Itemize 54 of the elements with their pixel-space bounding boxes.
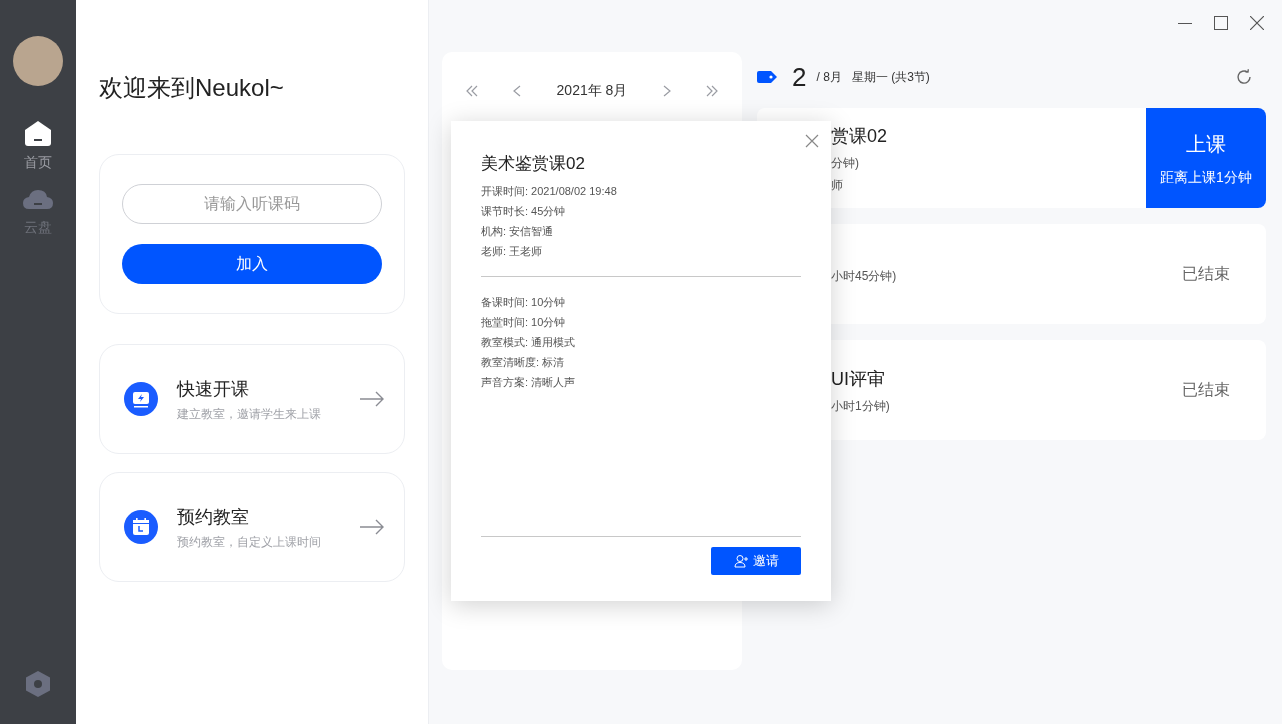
course-detail: 小时1分钟)	[831, 397, 891, 415]
course-title: UI评审	[831, 367, 886, 391]
cloud-icon	[23, 187, 53, 211]
action-card[interactable]: 快速开课 建立教室，邀请学生来上课	[99, 344, 405, 454]
start-class-button[interactable]: 上课 距离上课1分钟	[1146, 108, 1266, 208]
close-window-icon[interactable]	[1250, 16, 1264, 30]
invite-button[interactable]: 邀请	[711, 547, 801, 575]
double-left-chevron-icon[interactable]	[466, 84, 478, 97]
action-card[interactable]: 预约教室 预约教室，自定义上课时间	[99, 472, 405, 582]
action-subtitle: 建立教室，邀请学生来上课	[177, 405, 322, 423]
lightning-screen-icon	[124, 382, 158, 416]
close-icon[interactable]	[805, 134, 819, 148]
tag-icon	[757, 71, 777, 83]
course-detail: 小时45分钟)	[831, 268, 898, 285]
course-detail: 分钟)	[831, 154, 860, 172]
course-info-line: 拖堂时间: 10分钟	[481, 314, 567, 330]
settings-icon[interactable]	[25, 670, 51, 698]
refresh-icon[interactable]	[1236, 69, 1252, 85]
left-chevron-icon[interactable]	[513, 84, 522, 97]
ended-status: 已结束	[1182, 264, 1230, 284]
course-title: 赏课02	[831, 124, 889, 148]
class-code-field[interactable]: 请输入听课码	[122, 184, 382, 224]
action-title: 预约教室	[177, 505, 250, 529]
course-detail: 师	[831, 176, 844, 194]
course-info-line: 老师: 王老师	[481, 243, 544, 259]
sidebar-item[interactable]: 首页	[24, 120, 52, 173]
action-subtitle: 预约教室，自定义上课时间	[177, 533, 322, 551]
month-label: 2021年 8月	[556, 81, 628, 100]
dialog-title: 美术鉴赏课02	[481, 153, 586, 175]
ended-status: 已结束	[1182, 380, 1230, 400]
month-text: / 8月	[816, 69, 842, 86]
course-info-line: 教室模式: 通用模式	[481, 334, 577, 350]
add-user-icon	[733, 554, 748, 568]
home-icon	[25, 120, 51, 146]
right-chevron-icon[interactable]	[662, 84, 671, 97]
day-number: 2	[792, 60, 807, 94]
right-arrow-icon	[360, 519, 384, 535]
course-info-line: 教室清晰度: 标清	[481, 354, 566, 370]
calendar-icon	[124, 510, 158, 544]
countdown-text: 距离上课1分钟	[1160, 167, 1252, 187]
avatar[interactable]	[13, 36, 63, 86]
course-info-line: 机构: 安信智通	[481, 223, 555, 239]
course-info-line: 开课时间: 2021/08/02 19:48	[481, 183, 618, 199]
welcome-heading: 欢迎来到Neukol~	[99, 73, 285, 103]
action-title: 快速开课	[177, 377, 250, 401]
course-info-line: 备课时间: 10分钟	[481, 294, 567, 310]
course-info-line: 课节时长: 45分钟	[481, 203, 567, 219]
maximize-icon[interactable]	[1214, 16, 1228, 30]
right-arrow-icon	[360, 391, 384, 407]
start-class-label: 上课	[1186, 131, 1226, 157]
weekday-text: 星期一 (共3节)	[851, 69, 930, 86]
double-right-chevron-icon[interactable]	[705, 84, 718, 97]
course-info-line: 声音方案: 清晰人声	[481, 374, 577, 390]
join-button[interactable]: 加入	[122, 244, 382, 284]
